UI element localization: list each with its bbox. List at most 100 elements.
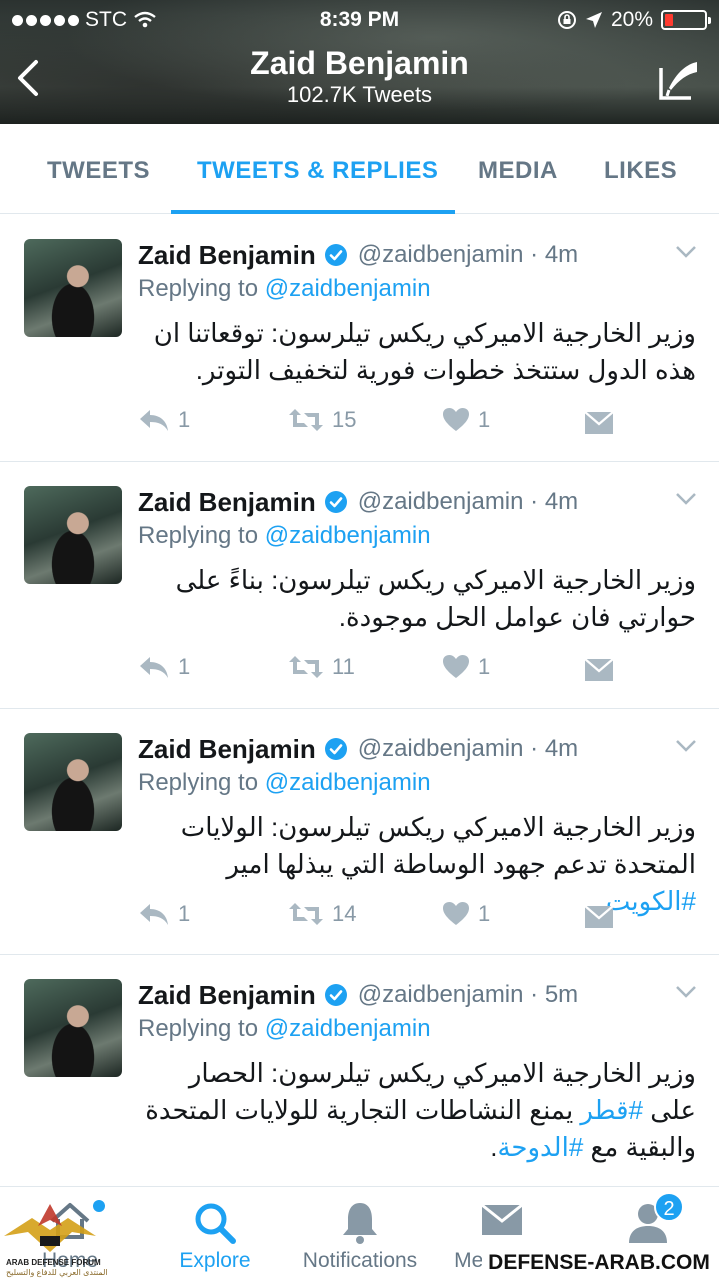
battery-percent: 20% xyxy=(610,8,653,31)
like-button[interactable]: 1 xyxy=(442,654,490,680)
replying-to-link[interactable]: @zaidbenjamin xyxy=(265,769,431,796)
chevron-down-icon[interactable] xyxy=(675,739,697,753)
tweet-actions: 1 15 1 xyxy=(138,407,638,441)
tweet-header: Zaid Benjamin @zaidbenjamin · 5m xyxy=(138,977,578,1013)
verified-badge-icon xyxy=(324,491,347,513)
profile-tabs: TWEETS TWEETS & REPLIES MEDIA LIKES xyxy=(0,124,719,214)
compose-tweet-icon[interactable] xyxy=(657,58,701,102)
replying-to-line: Replying to @zaidbenjamin xyxy=(138,275,431,303)
tab-likes[interactable]: LIKES xyxy=(604,124,677,214)
nav-notifications-label: Notifications xyxy=(302,1249,418,1272)
reply-icon xyxy=(140,904,168,925)
hashtag-link[interactable]: #قطر xyxy=(580,1095,643,1125)
author-name[interactable]: Zaid Benjamin xyxy=(138,980,316,1011)
tab-tweets[interactable]: TWEETS xyxy=(47,124,150,214)
reply-count: 1 xyxy=(178,901,191,926)
author-handle-time: @zaidbenjamin · 5m xyxy=(357,981,579,1008)
tweet-text: وزير الخارجية الاميركي ريكس تيلرسون: توق… xyxy=(153,318,696,385)
tweet-text: وزير الخارجية الاميركي ريكس تيلرسون: بنا… xyxy=(175,565,696,632)
chevron-down-icon[interactable] xyxy=(675,492,697,506)
page-title: Zaid Benjamin xyxy=(250,45,469,81)
verified-badge-icon xyxy=(324,984,347,1006)
like-button[interactable]: 1 xyxy=(442,407,490,433)
header-title-block: Zaid Benjamin 102.7K Tweets xyxy=(0,44,719,108)
author-handle-time: @zaidbenjamin · 4m xyxy=(357,488,579,515)
nav-explore-label: Explore xyxy=(179,1249,251,1272)
hashtag-link[interactable]: #الدوحة xyxy=(497,1132,583,1162)
author-handle-time: @zaidbenjamin · 4m xyxy=(357,241,579,268)
author-name[interactable]: Zaid Benjamin xyxy=(138,240,316,271)
tweet-text: وزير الخارجية الاميركي ريكس تيلرسون: الح… xyxy=(138,1055,696,1166)
search-icon xyxy=(195,1203,236,1244)
verified-badge-icon xyxy=(324,244,347,266)
battery-level-fill xyxy=(665,14,673,26)
like-button[interactable]: 1 xyxy=(442,901,490,927)
tweet-item[interactable]: Zaid Benjamin @zaidbenjamin · 4m Replyin… xyxy=(0,709,719,955)
avatar[interactable] xyxy=(24,239,122,337)
replying-to-line: Replying to @zaidbenjamin xyxy=(138,769,431,797)
replying-to-link[interactable]: @zaidbenjamin xyxy=(265,522,431,549)
avatar[interactable] xyxy=(24,733,122,831)
active-tab-indicator xyxy=(171,210,455,214)
retweet-count: 11 xyxy=(332,654,355,679)
reply-count: 1 xyxy=(178,654,191,679)
forum-logo-subtext: المنتدى العربي للدفاع والتسليح xyxy=(6,1268,108,1277)
direct-message-icon[interactable] xyxy=(584,903,614,929)
retweet-button[interactable]: 11 xyxy=(288,654,355,680)
status-bar: STC 8:39 PM 20% xyxy=(0,6,719,36)
reply-button[interactable]: 1 xyxy=(138,654,190,680)
tweet-item[interactable]: Zaid Benjamin @zaidbenjamin · 5m Replyin… xyxy=(0,955,719,1186)
tab-tweets-and-replies[interactable]: TWEETS & REPLIES xyxy=(197,124,438,214)
tweet-item[interactable]: Zaid Benjamin @zaidbenjamin · 4m Replyin… xyxy=(0,462,719,709)
site-watermark: DEFENSE-ARAB.COM xyxy=(482,1248,716,1278)
envelope-icon xyxy=(481,1203,523,1235)
like-count: 1 xyxy=(478,407,491,432)
author-name[interactable]: Zaid Benjamin xyxy=(138,734,316,765)
replying-to-line: Replying to @zaidbenjamin xyxy=(138,1015,431,1043)
retweet-count: 14 xyxy=(332,901,357,926)
tweet-item[interactable]: Zaid Benjamin @zaidbenjamin · 4m Replyin… xyxy=(0,215,719,462)
chevron-down-icon[interactable] xyxy=(675,245,697,259)
like-count: 1 xyxy=(478,901,491,926)
retweet-button[interactable]: 15 xyxy=(288,407,356,433)
replying-to-label: Replying to xyxy=(138,1015,259,1042)
rotation-lock-icon xyxy=(557,11,576,29)
reply-icon xyxy=(140,410,168,431)
heart-icon xyxy=(443,902,469,925)
tweet-actions: 1 14 1 xyxy=(138,901,638,935)
like-count: 1 xyxy=(478,654,491,679)
tweet-text-part: وزير الخارجية الاميركي ريكس تيلرسون: الو… xyxy=(180,812,696,879)
tweet-actions: 1 11 1 xyxy=(138,654,638,688)
tab-media[interactable]: MEDIA xyxy=(478,124,558,214)
reply-button[interactable]: 1 xyxy=(138,407,190,433)
tweet-count: 102.7K Tweets xyxy=(286,82,433,107)
retweet-icon xyxy=(289,656,323,678)
me-notification-badge: 2 xyxy=(654,1192,684,1222)
avatar[interactable] xyxy=(24,486,122,584)
tweet-header: Zaid Benjamin @zaidbenjamin · 4m xyxy=(138,237,578,273)
verified-badge-icon xyxy=(324,738,347,760)
direct-message-icon[interactable] xyxy=(584,656,614,682)
profile-header: STC 8:39 PM 20% Zaid Benjamin 102.7K Twe… xyxy=(0,0,719,124)
bell-icon xyxy=(343,1203,377,1244)
direct-message-icon[interactable] xyxy=(584,409,614,435)
replying-to-label: Replying to xyxy=(138,522,259,549)
nav-explore[interactable]: Explore xyxy=(145,1187,285,1280)
location-arrow-icon xyxy=(585,12,602,28)
retweet-count: 15 xyxy=(332,407,357,432)
retweet-icon xyxy=(289,903,323,925)
replying-to-label: Replying to xyxy=(138,275,259,302)
tweet-header: Zaid Benjamin @zaidbenjamin · 4m xyxy=(138,731,578,767)
reply-count: 1 xyxy=(178,407,191,432)
avatar[interactable] xyxy=(24,979,122,1077)
nav-notifications[interactable]: Notifications xyxy=(290,1187,430,1280)
chevron-down-icon[interactable] xyxy=(675,985,697,999)
author-handle-time: @zaidbenjamin · 4m xyxy=(357,735,579,762)
retweet-button[interactable]: 14 xyxy=(288,901,356,927)
replying-to-link[interactable]: @zaidbenjamin xyxy=(265,275,431,302)
replying-to-line: Replying to @zaidbenjamin xyxy=(138,522,431,550)
reply-icon xyxy=(140,657,168,678)
reply-button[interactable]: 1 xyxy=(138,901,190,927)
author-name[interactable]: Zaid Benjamin xyxy=(138,487,316,518)
replying-to-link[interactable]: @zaidbenjamin xyxy=(265,1015,431,1042)
